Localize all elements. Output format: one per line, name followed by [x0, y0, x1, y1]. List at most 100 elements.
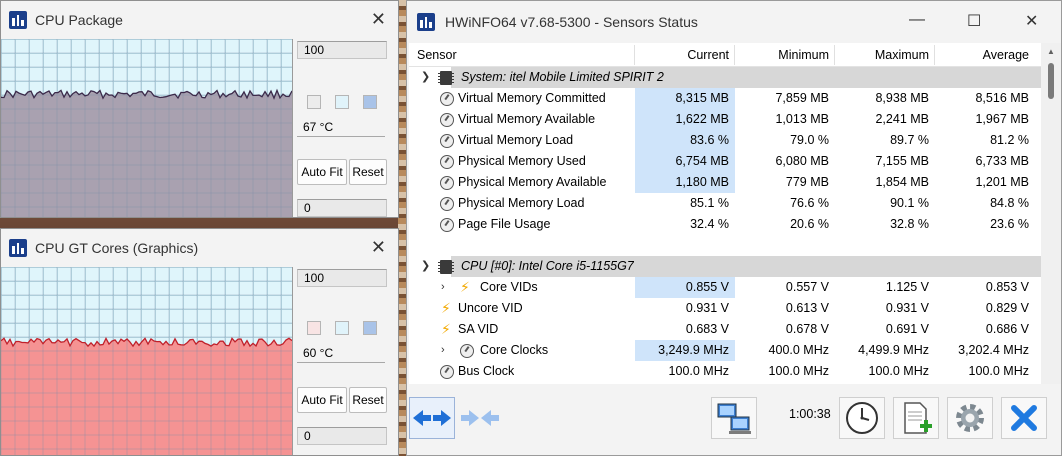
table-row[interactable]: Virtual Memory Available 1,622 MB 1,013 …: [409, 109, 1041, 130]
minimum-value: 0.557 V: [785, 280, 829, 294]
cpu-package-graph-window: CPU Package ✕ 100 67 °C Auto Fit Reset 0: [0, 0, 399, 218]
window-title: HWiNFO64 v7.68-5300 - Sensors Status: [445, 14, 698, 30]
table-row[interactable]: Physical Memory Load 85.1 % 76.6 % 90.1 …: [409, 193, 1041, 214]
column-header-average[interactable]: Average: [935, 43, 1035, 67]
sensor-group-cpu[interactable]: ❯ CPU [#0]: Intel Core i5-1155G7: [409, 256, 1041, 277]
network-button[interactable]: [711, 397, 757, 439]
gauge-icon: [440, 176, 454, 190]
sensor-name: SA VID: [458, 322, 499, 336]
close-icon[interactable]: ✕: [371, 9, 386, 30]
close-sensors-button[interactable]: [1001, 397, 1047, 439]
sensor-group-system[interactable]: ❯ System: itel Mobile Limited SPIRIT 2: [409, 67, 1041, 88]
chevron-right-icon[interactable]: ›: [441, 340, 445, 361]
scroll-up-icon[interactable]: ▲: [1047, 47, 1055, 56]
collapse-columns-button[interactable]: [409, 397, 455, 439]
gear-icon: [956, 404, 984, 432]
maximize-icon[interactable]: ☐: [967, 11, 981, 31]
auto-fit-button[interactable]: Auto Fit: [297, 159, 347, 185]
table-row[interactable]: Page File Usage 32.4 % 20.6 % 32.8 % 23.…: [409, 214, 1041, 235]
close-icon[interactable]: ✕: [1025, 11, 1038, 31]
color-swatch-3[interactable]: [363, 95, 377, 109]
chevron-down-icon[interactable]: ❯: [421, 67, 430, 88]
graph-area: [1, 338, 292, 455]
current-value: 6,754 MB: [635, 151, 735, 172]
column-header-sensor[interactable]: Sensor: [417, 43, 457, 67]
color-swatch-1[interactable]: [307, 321, 321, 335]
window-title: CPU GT Cores (Graphics): [35, 239, 199, 256]
chip-icon: [438, 260, 454, 274]
settings-button[interactable]: [947, 397, 993, 439]
sensor-graph: [1, 39, 293, 217]
sensor-name: Physical Memory Used: [458, 154, 586, 168]
chevron-right-icon[interactable]: ›: [441, 277, 445, 298]
graph-min-value[interactable]: 0: [297, 199, 387, 217]
title-bar[interactable]: CPU GT Cores (Graphics) ✕: [1, 229, 398, 266]
minimum-value: 0.678 V: [785, 322, 829, 336]
sensor-name: Virtual Memory Load: [458, 133, 574, 147]
bottom-toolbar: 1:00:38: [407, 385, 1061, 455]
column-header-maximum[interactable]: Maximum: [835, 43, 935, 67]
color-swatch-3[interactable]: [363, 321, 377, 335]
reset-button[interactable]: Reset: [349, 159, 387, 185]
table-row[interactable]: Physical Memory Used 6,754 MB 6,080 MB 7…: [409, 151, 1041, 172]
table-row[interactable]: Virtual Memory Committed 8,315 MB 7,859 …: [409, 88, 1041, 109]
color-swatch-1[interactable]: [307, 95, 321, 109]
sensor-name: Bus Clock: [458, 364, 515, 378]
current-value: 32.4 %: [690, 217, 729, 231]
maximum-value: 32.8 %: [890, 217, 929, 231]
logging-button[interactable]: [893, 397, 939, 439]
expand-columns-button[interactable]: [457, 397, 503, 439]
group-label: CPU [#0]: Intel Core i5-1155G7: [461, 259, 634, 273]
graph-min-value[interactable]: 0: [297, 427, 387, 445]
vertical-scrollbar[interactable]: ▲: [1041, 43, 1061, 384]
table-row[interactable]: Physical Memory Available 1,180 MB 779 M…: [409, 172, 1041, 193]
table-row[interactable]: ⚡ Uncore VID 0.931 V 0.613 V 0.931 V 0.8…: [409, 298, 1041, 319]
reset-button[interactable]: Reset: [349, 387, 387, 413]
average-value: 8,516 MB: [975, 91, 1029, 105]
sensor-name: Core VIDs: [480, 280, 538, 294]
maximum-value: 90.1 %: [890, 196, 929, 210]
current-value: 1,180 MB: [635, 172, 735, 193]
table-row[interactable]: ⚡ SA VID 0.683 V 0.678 V 0.691 V 0.686 V: [409, 319, 1041, 340]
arrows-out-icon: [413, 410, 451, 426]
minimum-value: 20.6 %: [790, 217, 829, 231]
minimize-icon[interactable]: —: [909, 11, 925, 29]
color-swatch-2[interactable]: [335, 321, 349, 335]
average-value: 23.6 %: [990, 217, 1029, 231]
title-bar[interactable]: HWiNFO64 v7.68-5300 - Sensors Status — ☐…: [407, 1, 1061, 43]
scrollbar-thumb[interactable]: [1048, 63, 1054, 99]
current-temp: 60 °C: [297, 343, 385, 363]
table-row[interactable]: Virtual Memory Load 83.6 % 79.0 % 89.7 %…: [409, 130, 1041, 151]
graph-max-value[interactable]: 100: [297, 41, 387, 59]
maximum-value: 0.931 V: [885, 301, 929, 315]
close-icon[interactable]: ✕: [371, 237, 386, 258]
auto-fit-button[interactable]: Auto Fit: [297, 387, 347, 413]
current-value: 0.855 V: [635, 277, 735, 298]
color-swatch-2[interactable]: [335, 95, 349, 109]
gauge-icon: [440, 113, 454, 127]
graph-max-value[interactable]: 100: [297, 269, 387, 287]
average-value: 3,202.4 MHz: [958, 343, 1029, 357]
table-row[interactable]: › Core Clocks 3,249.9 MHz 400.0 MHz 4,49…: [409, 340, 1041, 361]
sensor-name: Core Clocks: [480, 343, 549, 357]
current-value: 8,315 MB: [635, 88, 735, 109]
maximum-value: 4,499.9 MHz: [858, 343, 929, 357]
network-computers-icon: [717, 403, 751, 434]
column-header-minimum[interactable]: Minimum: [735, 43, 835, 67]
maximum-value: 0.691 V: [885, 322, 929, 336]
minimum-value: 76.6 %: [790, 196, 829, 210]
current-temp: 67 °C: [297, 117, 385, 137]
reset-timer-button[interactable]: [839, 397, 885, 439]
title-bar[interactable]: CPU Package ✕: [1, 1, 398, 38]
current-value: 1,622 MB: [635, 109, 735, 130]
maximum-value: 2,241 MB: [875, 112, 929, 126]
gauge-icon: [440, 134, 454, 148]
average-value: 100.0 MHz: [968, 364, 1029, 378]
table-row[interactable]: › ⚡ Core VIDs 0.855 V 0.557 V 1.125 V 0.…: [409, 277, 1041, 298]
column-header-current[interactable]: Current: [635, 43, 735, 67]
chevron-down-icon[interactable]: ❯: [421, 256, 430, 277]
table-row[interactable]: Bus Clock 100.0 MHz 100.0 MHz 100.0 MHz …: [409, 361, 1041, 382]
graph-plot: [1, 39, 292, 217]
average-value: 84.8 %: [990, 196, 1029, 210]
average-value: 0.686 V: [985, 322, 1029, 336]
